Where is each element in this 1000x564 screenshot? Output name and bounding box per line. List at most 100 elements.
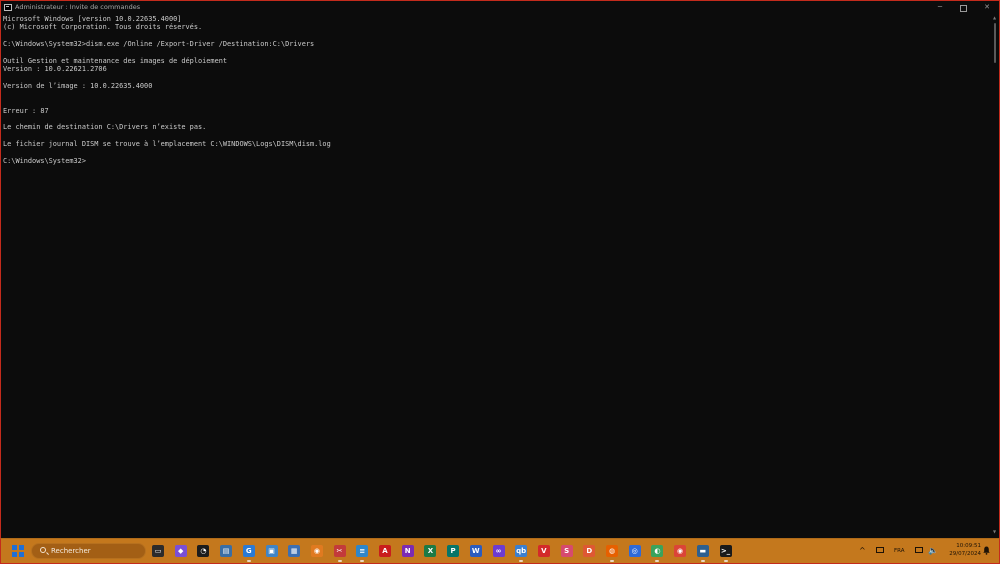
show-hidden-icons-chevron-icon[interactable]: ^: [859, 546, 866, 555]
taskbar-app[interactable]: ▤: [219, 544, 233, 558]
taskbar-app[interactable]: ✂: [333, 544, 347, 562]
running-indicator: [337, 560, 342, 562]
clock[interactable]: 10:09:51 29/07/2024: [941, 542, 981, 558]
title-bar[interactable]: Administrateur : Invite de commandes ─ ✕: [1, 1, 999, 14]
desktop-app-icon: ▬: [696, 545, 709, 557]
excel-icon: X: [424, 545, 437, 557]
duckduckgo-icon: D: [583, 545, 596, 557]
console-line: (c) Microsoft Corporation. Tous droits r…: [3, 23, 203, 32]
snipping-tool-icon: ✂: [333, 545, 346, 557]
firefox-icon: ◍: [606, 545, 618, 557]
word-icon: W: [469, 545, 482, 557]
maximize-button[interactable]: [951, 1, 975, 14]
network-icon[interactable]: [915, 547, 923, 553]
vivaldi-icon: V: [537, 545, 550, 557]
console-line: Le fichier journal DISM se trouve à l’em…: [3, 140, 331, 149]
task-view-icon: ▭: [152, 545, 164, 557]
scroll-down-icon[interactable]: ▼: [993, 530, 996, 534]
console-line: C:\Windows\System32>: [3, 156, 86, 165]
taskbar-app[interactable]: ▬: [696, 544, 710, 562]
taskbar-app[interactable]: G: [242, 544, 256, 562]
start-button-windows-icon[interactable]: [12, 545, 24, 557]
taskbar: Rechercher ▭ ◆ ◔ ▤ G ▣ ▦ ◉ ✂ ≡ A N X P W ∞ qb V S D ◍ ◎ ◐ ◉ ▬ >_ …: [0, 538, 1000, 564]
acrobat-icon: A: [379, 545, 391, 557]
onenote-icon: N: [401, 545, 414, 557]
close-icon: ✕: [984, 3, 990, 11]
taskbar-app[interactable]: N: [401, 544, 415, 558]
taskbar-app[interactable]: ◐: [650, 544, 664, 562]
console-line: Microsoft Windows [version 10.0.22635.40…: [3, 15, 182, 23]
taskbar-app[interactable]: V: [537, 544, 551, 558]
input-language[interactable]: FRA: [894, 547, 905, 555]
thorium-icon: ◐: [651, 545, 664, 557]
paint-icon: ◉: [310, 545, 323, 557]
taskbar-app[interactable]: >_: [719, 544, 733, 562]
clock-time: 10:09:51: [956, 543, 981, 549]
search-icon: [40, 547, 46, 553]
running-indicator: [519, 560, 524, 562]
taskbar-app[interactable]: ∞: [492, 544, 506, 558]
qbittorrent-icon: qb: [515, 545, 528, 557]
console-line: Le chemin de destination C:\Drivers n’ex…: [3, 123, 207, 132]
edge-like-icon: G: [242, 545, 255, 557]
console-line: C:\Windows\System32>dism.exe /Online /Ex…: [3, 40, 315, 49]
taskbar-app[interactable]: S: [560, 544, 574, 558]
taskbar-app[interactable]: qb: [514, 544, 528, 562]
taskbar-app[interactable]: D: [582, 544, 596, 558]
running-indicator: [610, 560, 614, 562]
control-panel-icon: ▦: [288, 545, 301, 557]
console-line: Erreur : 87: [3, 106, 49, 115]
taskbar-app[interactable]: ≡: [355, 544, 369, 562]
volume-icon[interactable]: 🔈: [928, 546, 938, 555]
taskbar-app[interactable]: ▭: [151, 544, 165, 558]
remote-desktop-icon: ▣: [265, 545, 278, 557]
vertical-scrollbar[interactable]: ▲ ▼: [993, 15, 998, 537]
terminal-icon: >_: [719, 545, 732, 557]
taskbar-app[interactable]: ◆: [174, 544, 188, 558]
search-box[interactable]: Rechercher: [31, 543, 146, 559]
window-title: Administrateur : Invite de commandes: [15, 3, 141, 11]
notepad-icon: ≡: [356, 545, 369, 557]
console-line: Outil Gestion et maintenance des images …: [3, 56, 228, 65]
scroll-up-icon[interactable]: ▲: [993, 16, 996, 20]
minimize-button[interactable]: ─: [928, 1, 952, 14]
minimize-icon: ─: [937, 3, 943, 11]
running-indicator: [700, 560, 705, 562]
chrome-icon: ◉: [674, 545, 687, 557]
running-indicator: [360, 560, 365, 562]
taskbar-app[interactable]: W: [469, 544, 483, 558]
taskbar-app[interactable]: ▣: [265, 544, 279, 558]
taskbar-app[interactable]: ◉: [673, 544, 687, 558]
taskbar-app[interactable]: A: [378, 544, 392, 558]
taskbar-app[interactable]: P: [446, 544, 460, 558]
search-label: Rechercher: [51, 547, 91, 555]
taskbar-app[interactable]: ◍: [605, 544, 619, 562]
console-line: Version : 10.0.22621.2706: [3, 65, 107, 74]
taskbar-app[interactable]: ◎: [628, 544, 642, 558]
clock-date: 29/07/2024: [949, 551, 981, 557]
taskbar-app[interactable]: ▦: [287, 544, 301, 558]
speedometer-icon: ◔: [197, 545, 210, 557]
running-indicator: [723, 560, 728, 562]
console-line: Version de l’image : 10.0.22635.4000: [3, 81, 153, 90]
taskbar-app[interactable]: ◔: [196, 544, 210, 558]
close-button[interactable]: ✕: [975, 1, 999, 14]
taskbar-app[interactable]: X: [423, 544, 437, 558]
running-indicator: [246, 560, 251, 562]
app-s-icon: S: [560, 545, 573, 557]
console-output[interactable]: Microsoft Windows [version 10.0.22635.40…: [3, 15, 989, 535]
notification-bell-icon[interactable]: [983, 546, 990, 555]
command-prompt-icon: [4, 4, 12, 11]
scrollbar-thumb[interactable]: [994, 23, 996, 63]
battery-icon[interactable]: [876, 547, 884, 553]
taskbar-app[interactable]: ◉: [310, 544, 324, 558]
command-prompt-window[interactable]: Administrateur : Invite de commandes ─ ✕…: [0, 0, 1000, 539]
